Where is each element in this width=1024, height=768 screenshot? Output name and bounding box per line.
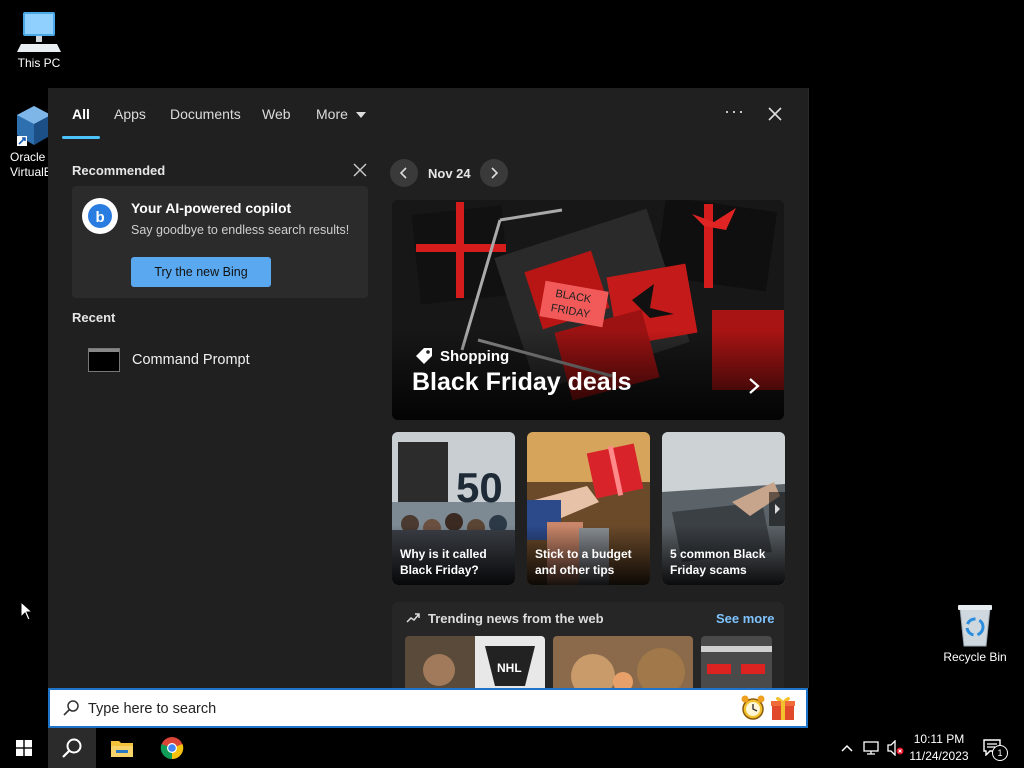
file-explorer-button[interactable] — [98, 728, 146, 768]
system-clock[interactable]: 10:11 PM 11/24/2023 — [904, 731, 974, 765]
tab-all[interactable]: All — [72, 106, 90, 122]
black-friday-hero-card[interactable]: BLACK FRIDAY Shopping Black Friday deals — [392, 200, 784, 420]
previous-date-button[interactable] — [390, 159, 418, 187]
news-tile-scams[interactable]: 5 common Black Friday scams — [662, 432, 785, 585]
clock-time: 10:11 PM — [913, 732, 965, 746]
trending-thumbnail[interactable] — [701, 636, 772, 688]
chevron-right-icon — [775, 504, 780, 514]
trending-thumbnail[interactable]: NHL — [405, 636, 545, 688]
taskbar-search-button[interactable] — [48, 728, 96, 768]
desktop-icon-label: This PC — [17, 56, 61, 70]
search-icon — [63, 700, 79, 716]
chrome-button[interactable] — [148, 728, 196, 768]
action-center-button[interactable]: 1 — [980, 736, 1008, 761]
recent-item-command-prompt[interactable]: Command Prompt — [72, 338, 368, 382]
caret-down-icon — [355, 112, 366, 119]
trending-news-section: Trending news from the web See more NHL — [392, 602, 784, 688]
try-bing-button[interactable]: Try the new Bing — [131, 257, 271, 287]
next-date-button[interactable] — [480, 159, 508, 187]
tile-caption: 5 common Black Friday scams — [670, 547, 766, 577]
folder-icon — [111, 741, 133, 757]
recent-item-label: Command Prompt — [132, 352, 250, 368]
chevron-left-icon — [399, 167, 407, 179]
tab-web[interactable]: Web — [262, 106, 291, 122]
hero-title: Black Friday deals — [412, 368, 632, 396]
trending-icon — [406, 613, 420, 623]
trending-title: Trending news from the web — [428, 611, 604, 626]
tile-caption: Stick to a budget and other tips — [535, 547, 632, 577]
recycle-bin-icon — [958, 605, 992, 647]
desktop-icon-label: Recycle Bin — [943, 650, 1007, 664]
see-more-link[interactable]: See more — [716, 611, 775, 626]
svg-text:b: b — [96, 209, 105, 226]
recommended-heading: Recommended — [72, 163, 166, 178]
chevron-right-icon — [491, 167, 499, 179]
tab-more-label: More — [316, 106, 348, 122]
tab-documents[interactable]: Documents — [170, 106, 241, 122]
bing-logo-icon: b — [82, 198, 118, 234]
recent-heading: Recent — [72, 310, 116, 325]
card-subtitle: Say goodbye to endless search results! — [131, 223, 350, 237]
news-tile-budget-tips[interactable]: Stick to a budget and other tips — [527, 432, 650, 585]
tag-icon — [416, 348, 432, 364]
tile-overlay-number: 50 — [456, 464, 503, 511]
search-input[interactable] — [88, 698, 688, 720]
search-panel: All Apps Documents Web More ··· Recommen… — [48, 88, 809, 688]
windows-logo-icon — [16, 740, 32, 756]
search-icon — [62, 738, 82, 758]
desktop-icon-recycle-bin[interactable]: Recycle Bin — [935, 602, 1015, 665]
network-icon[interactable] — [862, 740, 880, 756]
notification-count-badge: 1 — [992, 745, 1008, 761]
alarm-clock-icon — [741, 695, 765, 720]
search-tabs: All Apps Documents Web More ··· — [48, 88, 808, 140]
mouse-cursor-icon — [20, 601, 34, 621]
news-tile-why-black-friday[interactable]: 50 Why is it called Black Friday? — [392, 432, 515, 585]
clock-date: 11/24/2023 — [909, 749, 969, 763]
card-title: Your AI-powered copilot — [131, 200, 292, 216]
computer-icon — [17, 12, 61, 52]
tab-apps[interactable]: Apps — [114, 106, 146, 122]
taskbar: 10:11 PM 11/24/2023 1 — [0, 728, 1024, 768]
volume-muted-icon[interactable] — [886, 740, 904, 756]
chrome-icon — [160, 737, 184, 760]
desktop-icon-this-pc[interactable]: This PC — [0, 10, 78, 71]
gift-icon — [771, 697, 795, 720]
chevron-up-icon[interactable] — [841, 744, 853, 752]
command-prompt-icon — [88, 348, 120, 372]
chevron-right-icon[interactable] — [744, 376, 764, 396]
tile-caption: Why is it called Black Friday? — [400, 547, 487, 577]
dismiss-recommended-icon[interactable] — [352, 162, 368, 178]
highlights-date: Nov 24 — [428, 166, 471, 181]
more-options-icon[interactable]: ··· — [724, 101, 745, 122]
scroll-right-button[interactable] — [769, 492, 785, 526]
hero-category: Shopping — [414, 346, 509, 366]
search-bar[interactable] — [48, 688, 808, 728]
bing-promo-card: b Your AI-powered copilot Say goodbye to… — [72, 186, 368, 298]
trending-thumbnail[interactable] — [553, 636, 693, 688]
active-tab-indicator — [62, 136, 100, 139]
start-button[interactable] — [0, 728, 48, 768]
close-icon[interactable] — [763, 102, 787, 126]
hero-category-label: Shopping — [440, 347, 510, 365]
tab-more[interactable]: More — [316, 106, 366, 122]
svg-text:NHL: NHL — [497, 661, 522, 675]
